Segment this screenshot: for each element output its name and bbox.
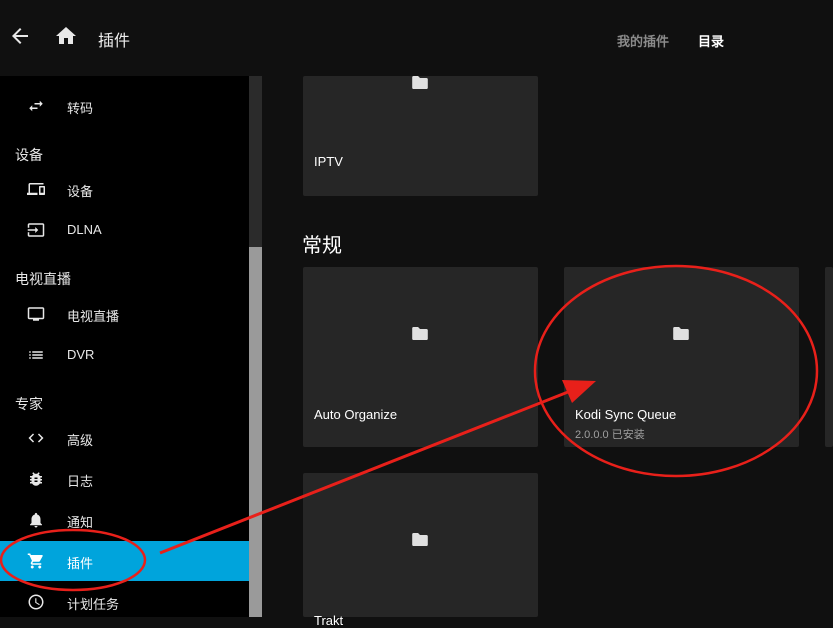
annotation-arrow-head <box>562 380 596 403</box>
annotation-overlay <box>0 264 819 592</box>
annotation-circle-plugins <box>0 528 147 592</box>
annotation-circle-kodi <box>533 264 819 478</box>
annotation-arrow-line <box>159 390 569 555</box>
